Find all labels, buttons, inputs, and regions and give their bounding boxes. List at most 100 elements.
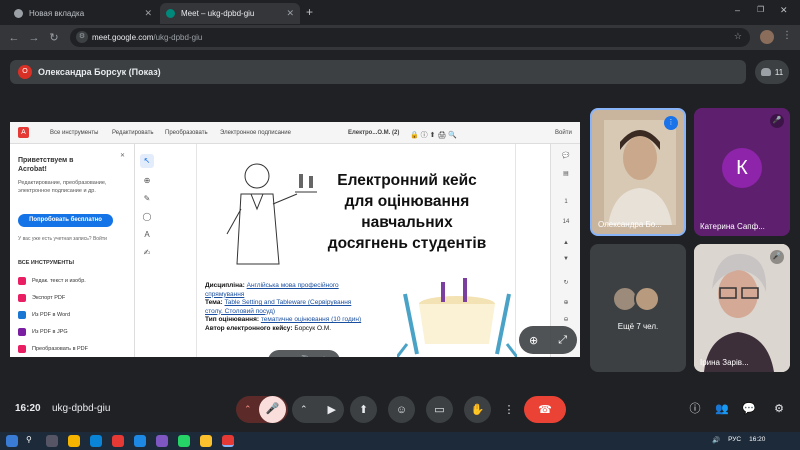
zoom-out-icon[interactable]: ⊖ [551, 316, 580, 323]
taskbar-clock[interactable]: 16:20 [749, 436, 765, 444]
globe-icon [14, 9, 23, 18]
people-button[interactable]: 11 [755, 60, 789, 84]
window-close-icon[interactable]: ✕ [780, 5, 788, 16]
task-view-icon[interactable] [46, 435, 58, 447]
tool-label: Редак. текст и изобр. [32, 278, 86, 284]
tool-edit[interactable]: Редак. текст и изобр. [18, 277, 86, 285]
cursor-icon[interactable]: ↖ [140, 154, 154, 168]
address-bar[interactable]: ⚙ meet.google.com/ukg-dpbd-giu ☆ [70, 28, 750, 47]
chevron-up-icon[interactable]: ⌃ [300, 404, 308, 415]
close-icon[interactable]: ✕ [120, 152, 125, 159]
signin-prompt[interactable]: У вас уже есть учетная запись? Войти [18, 236, 107, 242]
active-app-icon[interactable] [222, 435, 234, 447]
speaking-icon: ⋮ [664, 116, 678, 130]
chat-icon[interactable]: 💬 [740, 400, 758, 418]
people-count: 11 [774, 67, 784, 77]
tool-convert[interactable]: Преобразовать в PDF [18, 345, 88, 353]
pdf-page: Електронний кейс для оцінювання навчальн… [196, 144, 517, 357]
maximize-icon[interactable]: ❐ [757, 5, 764, 14]
mic-off-icon: 🎤 [770, 250, 784, 264]
acrobat-logo-icon: A [18, 127, 29, 138]
search-icon[interactable]: ⚲ [26, 435, 38, 447]
acrobat-signin-button[interactable]: Войти [555, 130, 572, 136]
acrobat-tab-convert[interactable]: Преобразовать [165, 130, 208, 136]
back-icon[interactable]: ← [6, 30, 22, 46]
activities-icon[interactable]: ⚙ [770, 400, 788, 418]
chevron-down-icon[interactable]: ▼ [551, 256, 580, 262]
tab-new[interactable]: Новая вкладка ✕ [8, 3, 158, 24]
chevron-up-icon[interactable]: ⌃ [244, 404, 252, 415]
chevron-up-icon[interactable]: ▲ [551, 240, 580, 246]
telegram-icon[interactable] [134, 435, 146, 447]
reactions-button[interactable]: ☺ [388, 396, 415, 423]
menu-kebab-icon[interactable]: ⋮ [782, 30, 792, 41]
tool-label: Из PDF в JPG [32, 329, 68, 335]
edge-icon[interactable] [90, 435, 102, 447]
rotate-icon[interactable]: ↻ [551, 279, 580, 286]
tab-meet[interactable]: Meet – ukg-dpbd-giu ✕ [160, 3, 300, 24]
acrobat-tab-esign[interactable]: Электронное подписание [220, 130, 291, 136]
chrome-icon[interactable] [200, 435, 212, 447]
participant-tile-4[interactable]: 🎤 Ірина Зарів... [694, 244, 790, 372]
acrobat-tab-edit[interactable]: Редактировать [112, 130, 153, 136]
participant-tile-2[interactable]: К 🎤 Катерина Сапф... [694, 108, 790, 236]
raise-hand-button[interactable]: ✋ [464, 396, 491, 423]
bookmark-star-icon[interactable]: ☆ [734, 31, 742, 42]
more-icon[interactable]: ⋮ [319, 356, 329, 358]
fullscreen-icon[interactable]: ⤢ [558, 334, 567, 347]
export-icon [18, 294, 26, 302]
os-taskbar: ⚲ 🔊 РУС 16:20 [0, 432, 800, 450]
info-icon[interactable]: ⓘ [686, 400, 704, 418]
text-tool-icon[interactable]: A [140, 228, 154, 242]
site-info-icon[interactable]: ⚙ [76, 31, 88, 43]
lasso-icon[interactable]: ◯ [140, 210, 154, 224]
participant-tile-1[interactable]: ⋮ Олександра Бо... [590, 108, 686, 236]
file-explorer-icon[interactable] [68, 435, 80, 447]
page-thumbs-icon[interactable]: ▤ [551, 170, 580, 177]
viber-icon[interactable] [156, 435, 168, 447]
captions-icon: ▭ [434, 404, 445, 416]
leave-call-button[interactable]: ☎ [524, 396, 566, 423]
acrobat-tab-all-tools[interactable]: Все инструменты [50, 130, 98, 136]
language-indicator[interactable]: РУС [728, 436, 741, 444]
tool-to-word[interactable]: Из PDF в Word [18, 311, 70, 319]
present-button[interactable]: ⬆ [350, 396, 377, 423]
profile-avatar[interactable] [760, 30, 774, 44]
browser-toolbar: ← → ↻ ⚙ meet.google.com/ukg-dpbd-giu ☆ ⋮ [0, 25, 800, 50]
annotate-icon[interactable]: ⊕ [140, 174, 154, 188]
windows-start-icon[interactable] [6, 435, 18, 447]
volume-icon[interactable]: 🔊 [712, 436, 720, 444]
try-free-button[interactable]: Попробовать бесплатно [18, 214, 113, 227]
opera-icon[interactable] [112, 435, 124, 447]
meeting-clock: 16:20 [15, 403, 41, 414]
acrobat-welcome-desc: Редактирование, преобразование, электрон… [18, 180, 107, 194]
more-options-button[interactable]: ⋮ [498, 396, 520, 423]
tool-export[interactable]: Экспорт PDF [18, 294, 65, 302]
new-tab-icon[interactable]: + [306, 5, 313, 19]
comment-icon[interactable]: 💬 [551, 152, 580, 159]
slide-title: Електронний кейс для оцінювання навчальн… [312, 170, 502, 254]
acrobat-doc-title: Електро...О.М. (2) [348, 130, 400, 136]
reload-icon[interactable]: ↻ [46, 30, 62, 46]
pen-icon[interactable]: ✎ [140, 192, 154, 206]
volume-icon[interactable]: 🔊 [297, 356, 309, 358]
zoom-in-icon[interactable]: ⊕ [551, 299, 580, 306]
pin-off-icon[interactable]: ⊘ [279, 356, 287, 358]
people-icon [760, 68, 771, 76]
acrobat-icons[interactable]: 🔒 ⓘ ⬆ 🖨 🔍 [410, 130, 457, 140]
captions-button[interactable]: ▭ [426, 396, 453, 423]
whatsapp-icon[interactable] [178, 435, 190, 447]
participant-tile-more[interactable]: Ещё 7 чел. [590, 244, 686, 372]
minimize-icon[interactable]: – [735, 5, 740, 15]
table-illustration [397, 278, 517, 357]
forward-icon[interactable]: → [26, 30, 42, 46]
close-icon[interactable]: ✕ [286, 8, 294, 19]
convert-icon [18, 345, 26, 353]
mic-off-button[interactable]: 🎤 [259, 396, 286, 423]
signature-icon[interactable]: ✍ [140, 246, 154, 260]
tool-to-jpg[interactable]: Из PDF в JPG [18, 328, 68, 336]
camera-button[interactable]: ▶ [328, 403, 336, 416]
close-icon[interactable]: ✕ [144, 8, 152, 19]
zoom-icon[interactable]: ⊕ [529, 334, 538, 347]
people-icon[interactable]: 👥 [713, 400, 731, 418]
